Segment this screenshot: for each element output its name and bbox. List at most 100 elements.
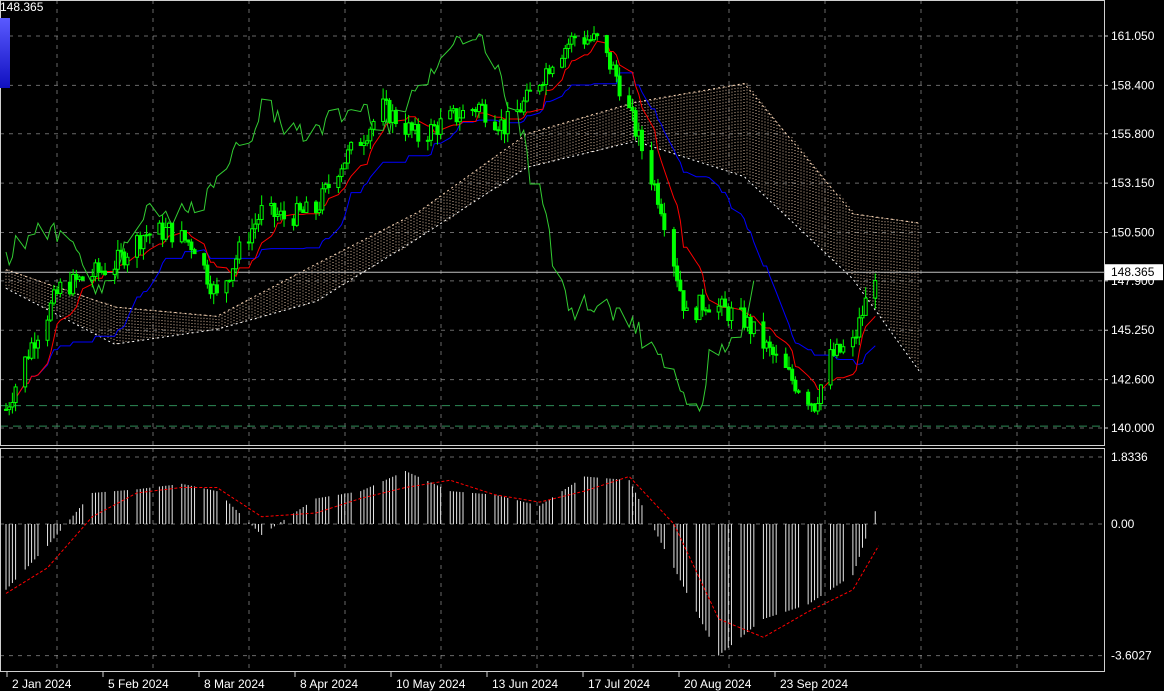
candle-body	[29, 342, 34, 359]
candle-body	[652, 183, 657, 186]
y-tick-label: 158.400	[1111, 78, 1155, 92]
candle-body	[294, 203, 299, 226]
candle-body	[675, 265, 680, 281]
candle-body	[141, 235, 146, 250]
candle-body	[166, 222, 171, 228]
candle-body	[815, 403, 820, 412]
x-tick-label: 5 Feb 2024	[108, 677, 169, 691]
candle-body	[671, 229, 676, 267]
candle-body	[595, 33, 600, 37]
x-tick-label: 8 Apr 2024	[300, 677, 358, 691]
candle-body	[384, 98, 389, 101]
candle-body	[751, 321, 756, 335]
candle-body	[560, 57, 565, 68]
candle-body	[790, 368, 795, 381]
x-tick-label: 17 Jul 2024	[588, 677, 650, 691]
candle-body	[742, 307, 747, 328]
x-tick-label: 8 Mar 2024	[204, 677, 265, 691]
x-tick-label: 20 Aug 2024	[684, 677, 752, 691]
candle-body	[237, 241, 242, 260]
candle-body	[403, 123, 408, 135]
candle-body	[585, 39, 590, 45]
candle-body	[521, 100, 526, 113]
candle-body	[748, 316, 753, 335]
candle-body	[48, 302, 53, 321]
candle-body	[26, 356, 31, 359]
candle-body	[202, 253, 207, 266]
candle-body	[67, 281, 72, 295]
candle-body	[700, 294, 705, 311]
candle-body	[58, 281, 63, 294]
candle-body	[393, 110, 398, 125]
candle-body	[74, 273, 79, 280]
y-tick-label: -3.6027	[1111, 649, 1152, 663]
candle-body	[250, 228, 255, 244]
candle-body	[125, 256, 130, 266]
candle-body	[614, 64, 619, 77]
chart-canvas[interactable]: 161.050158.400155.800153.150150.500147.9…	[0, 0, 1164, 691]
candle-body	[457, 117, 462, 123]
candle-body	[582, 37, 587, 45]
candle-body	[278, 210, 283, 216]
candle-body	[745, 316, 750, 328]
candle-body	[812, 403, 817, 412]
candle-body	[282, 210, 287, 220]
candle-body	[349, 141, 354, 151]
candle-body	[860, 314, 865, 319]
candle-body	[617, 75, 622, 97]
candle-body	[138, 235, 143, 250]
horizontal-levels	[0, 271, 1104, 427]
candle-body	[179, 230, 184, 243]
candle-body	[563, 47, 568, 59]
candle-body	[135, 235, 140, 258]
candle-body	[103, 270, 108, 275]
candle-body	[413, 123, 418, 131]
candle-body	[499, 119, 504, 131]
candle-body	[425, 139, 430, 142]
y-tick-label: 155.800	[1111, 127, 1155, 141]
candle-body	[361, 142, 366, 147]
candle-body	[323, 183, 328, 190]
candle-body	[13, 386, 18, 404]
candle-body	[409, 122, 414, 131]
time-axis: 2 Jan 2024 5 Feb 2024 8 Mar 2024 8 Apr 2024…	[6, 672, 848, 691]
candle-body	[723, 298, 728, 308]
candle-body	[639, 129, 644, 152]
candle-body	[298, 203, 303, 211]
candle-body	[828, 349, 833, 386]
candle-body	[77, 276, 82, 280]
candle-body	[703, 309, 708, 312]
scroll-handle[interactable]	[0, 18, 10, 88]
candle-body	[416, 123, 421, 142]
candle-body	[761, 321, 766, 349]
y-tick-label: 1.8336	[1111, 450, 1148, 464]
candle-body	[831, 349, 836, 356]
candle-body	[90, 276, 95, 281]
macd-panel-grid	[0, 448, 1104, 672]
candle-body	[834, 343, 839, 356]
candle-body	[144, 234, 149, 237]
candle-body	[767, 341, 772, 348]
candle-body	[186, 239, 191, 243]
candle-body	[550, 66, 555, 75]
candle-body	[320, 188, 325, 211]
candle-body	[854, 336, 859, 339]
y-tick-label: 153.150	[1111, 176, 1155, 190]
candle-body	[45, 319, 50, 341]
candle-body	[406, 122, 411, 135]
candle-body	[230, 268, 235, 281]
candle-body	[182, 230, 187, 241]
candle-body	[99, 270, 104, 273]
candle-body	[655, 183, 660, 205]
candle-body	[572, 35, 577, 39]
candle-body	[317, 209, 322, 214]
candle-body	[806, 391, 811, 405]
candle-body	[381, 98, 386, 122]
candle-body	[588, 39, 593, 42]
current-price-axis-label: 148.365	[1111, 265, 1155, 279]
candle-body	[163, 226, 168, 240]
candle-body	[93, 262, 98, 278]
macd-histogram	[5, 471, 879, 656]
candle-body	[569, 35, 574, 45]
candle-body	[387, 99, 392, 123]
